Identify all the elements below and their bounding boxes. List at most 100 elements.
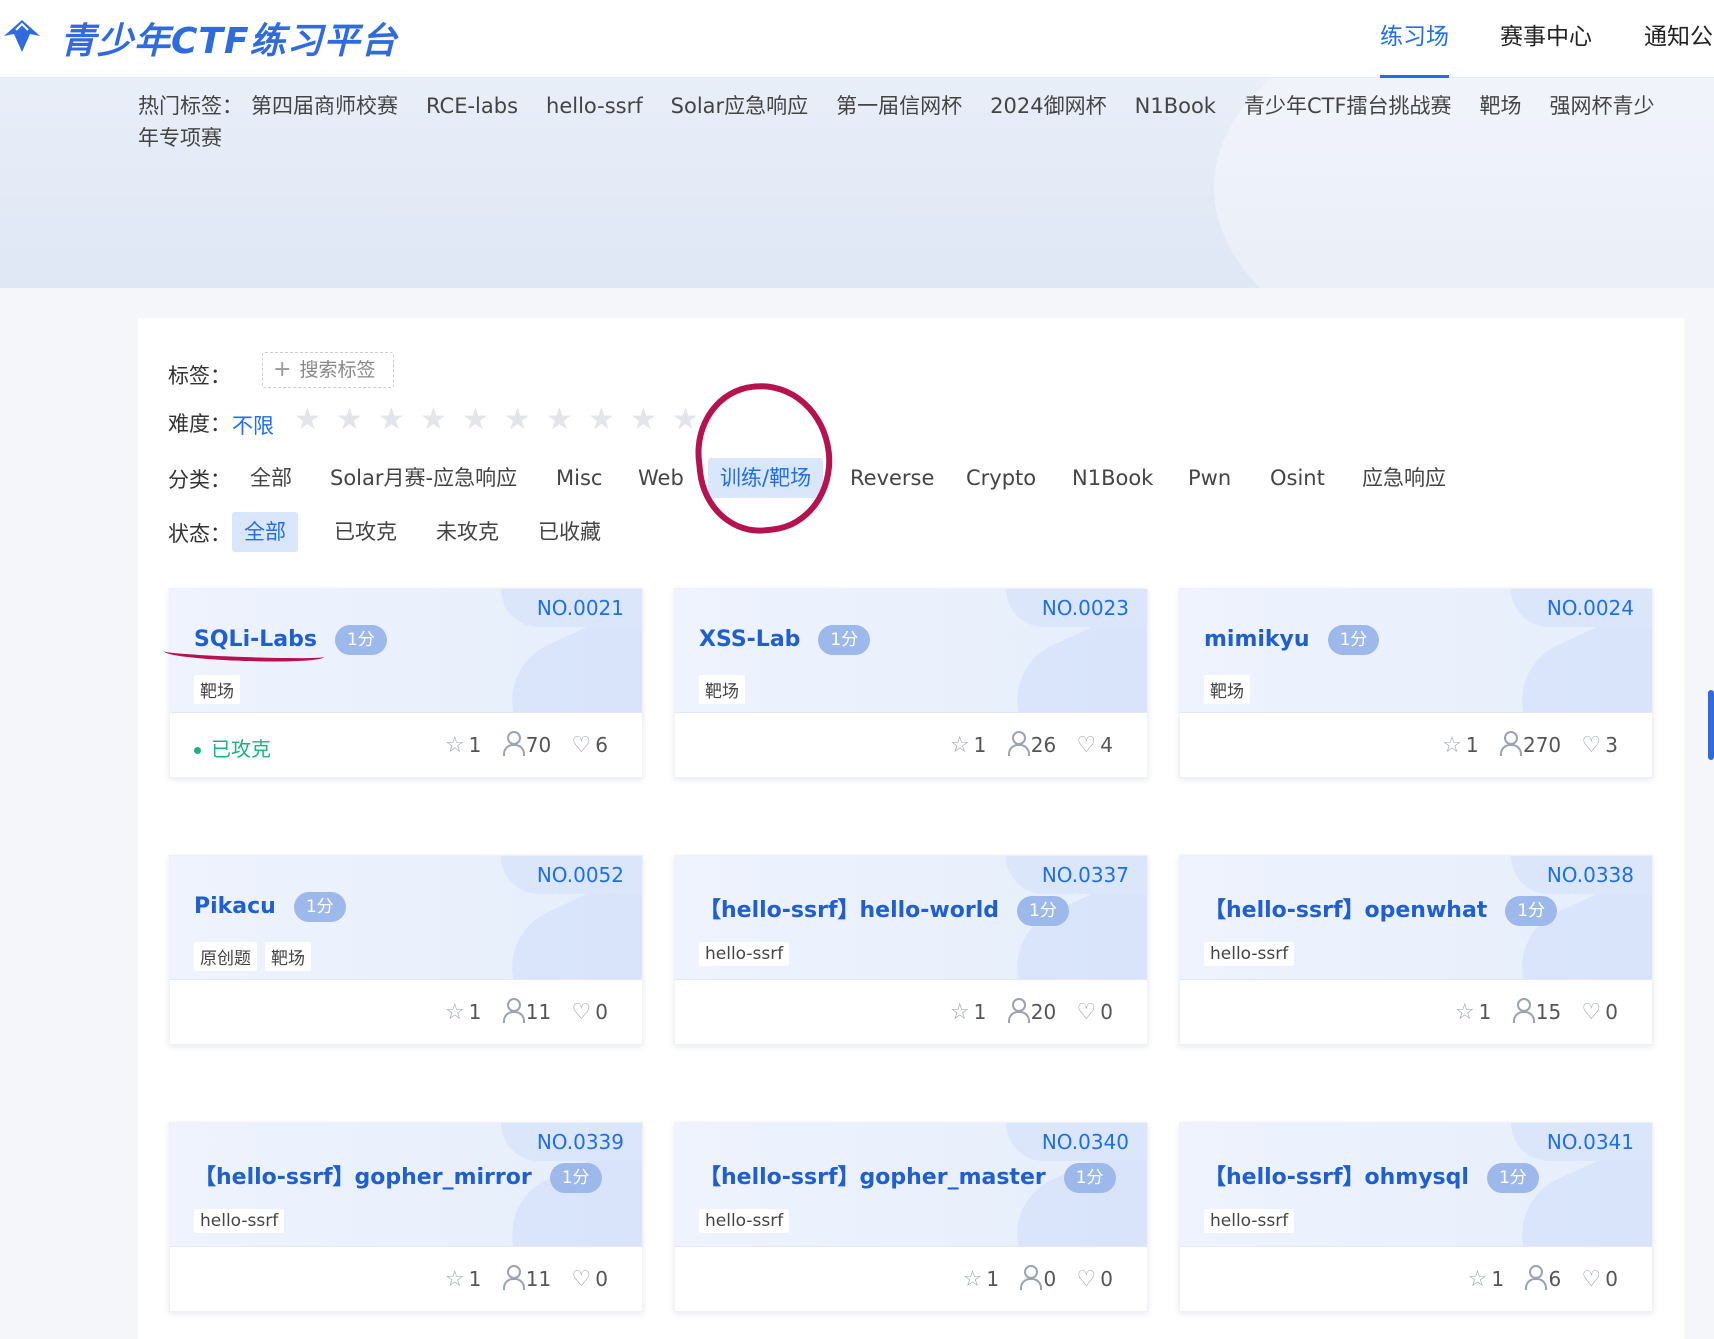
site-title[interactable]: 青少年CTF练习平台 (60, 12, 398, 64)
challenge-tag: hello-ssrf (699, 1209, 790, 1233)
star-outline-icon: ☆ (1442, 733, 1462, 758)
challenge-number: NO.0340 (1005, 1123, 1147, 1161)
heart-icon[interactable]: ♡ (572, 1267, 592, 1292)
likes-stat[interactable]: ♡ 4 (1077, 733, 1113, 758)
category-option[interactable]: Crypto (954, 458, 1048, 498)
star-icon[interactable]: ★ (336, 402, 363, 437)
heart-icon[interactable]: ♡ (1077, 1267, 1097, 1292)
star-icon[interactable]: ★ (420, 402, 447, 437)
challenge-title-text[interactable]: 【hello-ssrf】openwhat (1204, 898, 1487, 923)
heart-icon[interactable]: ♡ (572, 1000, 592, 1025)
heart-icon[interactable]: ♡ (1582, 1267, 1602, 1292)
status-option[interactable]: 已收藏 (526, 512, 613, 552)
card-header: NO.0340 【hello-ssrf】gopher_master 1分 hell… (675, 1123, 1147, 1247)
heart-icon[interactable]: ♡ (1077, 733, 1097, 758)
difficulty-any[interactable]: 不限 (232, 410, 274, 440)
hot-tag[interactable]: N1Book (1135, 94, 1216, 118)
challenge-card[interactable]: NO.0021 SQLi-Labs 1分 靶场 已攻克 ☆ 1 70 ♡ 6 (169, 588, 643, 778)
hero-banner: 热门标签： 第四届商师校赛 RCE-labs hello-ssrf Solar应急响应 第… (0, 78, 1714, 288)
likes-stat[interactable]: ♡ 6 (572, 733, 608, 758)
hot-tag[interactable]: 2024御网杯 (990, 94, 1106, 118)
category-option[interactable]: 应急响应 (1350, 458, 1458, 498)
score-badge: 1分 (1486, 1163, 1539, 1193)
star-outline-icon: ☆ (444, 1267, 465, 1292)
challenge-card[interactable]: NO.0052 Pikacu 1分 原创题 靶场 ☆ 1 11 ♡ 0 (169, 855, 643, 1045)
filter-status-label: 状态： (168, 522, 231, 546)
challenge-title-text[interactable]: mimikyu (1204, 627, 1310, 652)
challenge-card[interactable]: NO.0340 【hello-ssrf】gopher_master 1分 hell… (674, 1122, 1148, 1312)
category-option[interactable]: Web (626, 458, 696, 498)
likes-stat[interactable]: ♡ 0 (1077, 1267, 1113, 1292)
challenge-card[interactable]: NO.0337 【hello-ssrf】hello-world 1分 hello-… (674, 855, 1148, 1045)
category-option[interactable]: Misc (544, 458, 614, 498)
challenge-title-text[interactable]: Pikacu (194, 894, 276, 919)
challenge-title[interactable]: XSS-Lab 1分 (699, 625, 871, 655)
hot-tag[interactable]: 第四届商师校赛 (251, 94, 398, 118)
challenge-title-text[interactable]: 【hello-ssrf】ohmysql (1204, 1165, 1469, 1190)
challenge-card[interactable]: NO.0023 XSS-Lab 1分 靶场 ☆ 1 26 ♡ 4 (674, 588, 1148, 778)
scrollbar-thumb[interactable] (1708, 690, 1714, 760)
likes-stat[interactable]: ♡ 0 (1582, 1267, 1618, 1292)
heart-icon[interactable]: ♡ (1077, 1000, 1097, 1025)
challenge-card[interactable]: NO.0024 mimikyu 1分 靶场 ☆ 1 270 ♡ 3 (1179, 588, 1653, 778)
likes-stat[interactable]: ♡ 0 (1077, 1000, 1113, 1025)
status-option-active[interactable]: 全部 (232, 512, 298, 552)
challenge-title-text[interactable]: XSS-Lab (699, 627, 800, 652)
heart-icon[interactable]: ♡ (1582, 733, 1602, 758)
challenge-title[interactable]: 【hello-ssrf】ohmysql 1分 (1204, 1159, 1539, 1193)
difficulty-value: 1 (468, 1000, 482, 1024)
challenge-title[interactable]: mimikyu 1分 (1204, 625, 1380, 655)
star-icon[interactable]: ★ (588, 402, 615, 437)
nav-events[interactable]: 赛事中心 (1500, 0, 1592, 78)
category-option[interactable]: 全部 (238, 458, 304, 498)
challenge-title-text[interactable]: 【hello-ssrf】gopher_mirror (194, 1165, 532, 1190)
challenge-number: NO.0052 (500, 856, 642, 894)
heart-icon[interactable]: ♡ (572, 733, 592, 758)
status-option[interactable]: 未攻克 (424, 512, 511, 552)
challenge-card[interactable]: NO.0341 【hello-ssrf】ohmysql 1分 hello-ssrf… (1179, 1122, 1653, 1312)
star-icon[interactable]: ★ (672, 402, 699, 437)
filter-category-label: 分类： (168, 468, 231, 492)
star-icon[interactable]: ★ (294, 402, 321, 437)
status-option[interactable]: 已攻克 (322, 512, 409, 552)
hot-tag[interactable]: 靶场 (1480, 94, 1522, 118)
category-option[interactable]: Osint (1258, 458, 1337, 498)
hot-tag[interactable]: 青少年CTF擂台挑战赛 (1244, 94, 1452, 118)
category-option[interactable]: Solar月赛-应急响应 (318, 458, 529, 498)
likes-value: 0 (595, 1000, 608, 1024)
category-option[interactable]: Pwn (1176, 458, 1243, 498)
likes-stat[interactable]: ♡ 0 (572, 1000, 608, 1025)
challenge-title[interactable]: 【hello-ssrf】gopher_mirror 1分 (194, 1159, 602, 1193)
hot-tag[interactable]: 第一届信网杯 (836, 94, 962, 118)
hot-tag[interactable]: Solar应急响应 (671, 94, 809, 118)
challenge-title[interactable]: 【hello-ssrf】hello-world 1分 (699, 892, 1069, 926)
star-icon[interactable]: ★ (504, 402, 531, 437)
category-option[interactable]: Reverse (838, 458, 946, 498)
likes-stat[interactable]: ♡ 3 (1582, 733, 1618, 758)
challenge-title[interactable]: 【hello-ssrf】openwhat 1分 (1204, 892, 1558, 926)
star-icon[interactable]: ★ (630, 402, 657, 437)
star-icon[interactable]: ★ (378, 402, 405, 437)
heart-icon[interactable]: ♡ (1582, 1000, 1602, 1025)
logo-icon[interactable] (0, 12, 46, 60)
tag-search-input[interactable]: + 搜索标签 (262, 352, 394, 388)
hot-tag[interactable]: hello-ssrf (546, 94, 643, 118)
challenge-tags: hello-ssrf (1204, 942, 1302, 966)
category-option[interactable]: N1Book (1060, 458, 1165, 498)
star-icon[interactable]: ★ (462, 402, 489, 437)
likes-stat[interactable]: ♡ 0 (572, 1267, 608, 1292)
star-outline-icon: ☆ (962, 1267, 983, 1292)
nav-practice[interactable]: 练习场 (1380, 0, 1449, 78)
status-dot (194, 747, 201, 754)
user-icon (1499, 731, 1522, 756)
hot-tag[interactable]: RCE-labs (426, 94, 518, 118)
challenge-title-text[interactable]: 【hello-ssrf】hello-world (699, 898, 999, 923)
nav-notices[interactable]: 通知公 (1644, 0, 1713, 78)
challenge-card[interactable]: NO.0338 【hello-ssrf】openwhat 1分 hello-ssr… (1179, 855, 1653, 1045)
challenge-card[interactable]: NO.0339 【hello-ssrf】gopher_mirror 1分 hell… (169, 1122, 643, 1312)
challenge-title-text[interactable]: 【hello-ssrf】gopher_master (699, 1165, 1046, 1190)
challenge-title[interactable]: Pikacu 1分 (194, 892, 346, 922)
challenge-title[interactable]: 【hello-ssrf】gopher_master 1分 (699, 1159, 1116, 1193)
star-icon[interactable]: ★ (546, 402, 573, 437)
likes-stat[interactable]: ♡ 0 (1582, 1000, 1618, 1025)
